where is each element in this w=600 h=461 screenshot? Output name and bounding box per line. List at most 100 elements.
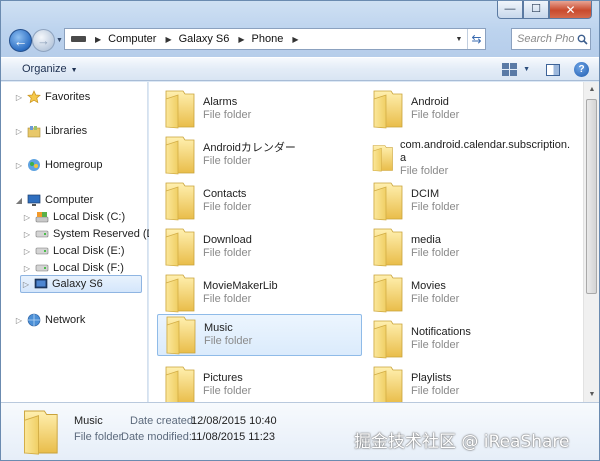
nav-favorites[interactable]: ▷ Favorites bbox=[14, 88, 90, 106]
expand-icon[interactable]: ▷ bbox=[14, 161, 24, 170]
folder-alarms[interactable]: Alarms File folder bbox=[157, 88, 362, 130]
folder-icon bbox=[371, 227, 407, 267]
folder-icon bbox=[371, 319, 407, 359]
nav-homegroup[interactable]: ▷ Homegroup bbox=[14, 156, 102, 174]
collapse-icon[interactable]: ◢ bbox=[14, 196, 24, 205]
star-icon bbox=[26, 89, 42, 105]
expand-icon[interactable]: ▷ bbox=[22, 264, 32, 273]
folder-type: File folder bbox=[411, 247, 460, 259]
address-bar[interactable]: ▶ Computer ▶ Galaxy S6 ▶ Phone ▶ ▼ ⇆ bbox=[64, 28, 486, 50]
nav-system-reserved-d[interactable]: ▷ System Reserved (D:) bbox=[22, 225, 161, 243]
address-history-dropdown[interactable]: ▼ bbox=[451, 29, 467, 49]
search-icon[interactable] bbox=[574, 34, 590, 45]
change-view-button[interactable] bbox=[502, 61, 518, 78]
folder-playlists[interactable]: Playlists File folder bbox=[365, 364, 570, 402]
date-modified-label: Date modified: bbox=[121, 431, 192, 443]
forward-button[interactable]: → bbox=[32, 29, 55, 52]
close-button[interactable]: ✕ bbox=[549, 1, 592, 19]
scroll-down-button[interactable]: ▼ bbox=[584, 387, 599, 402]
folder-name: Androidカレンダー bbox=[203, 142, 296, 154]
folder-pictures[interactable]: Pictures File folder bbox=[157, 364, 362, 402]
folder-name: Music bbox=[204, 322, 233, 334]
nav-label: Homegroup bbox=[45, 159, 103, 171]
back-button[interactable]: ← bbox=[9, 29, 32, 52]
nav-local-disk-e[interactable]: ▷ Local Disk (E:) bbox=[22, 242, 125, 260]
folder-media[interactable]: media File folder bbox=[365, 226, 570, 268]
scroll-thumb[interactable] bbox=[586, 99, 597, 294]
folder-type: File folder bbox=[411, 109, 460, 121]
address-actions: ▼ ⇆ bbox=[451, 29, 485, 49]
refresh-button[interactable]: ⇆ bbox=[467, 29, 485, 49]
nav-network[interactable]: ▷ Network bbox=[14, 311, 85, 329]
details-pane: Music File folder Date created: 12/08/20… bbox=[1, 402, 599, 460]
more-views-dropdown[interactable]: ▼ bbox=[523, 61, 530, 78]
refresh-icon: ⇆ bbox=[471, 32, 482, 46]
folder-movies[interactable]: Movies File folder bbox=[365, 272, 570, 314]
back-arrow-icon: ← bbox=[13, 32, 28, 49]
folder-moviemakerlib[interactable]: MovieMakerLib File folder bbox=[157, 272, 362, 314]
folder-icon bbox=[371, 273, 407, 313]
folder-music[interactable]: Music File folder bbox=[157, 314, 362, 356]
folder-icon bbox=[371, 89, 407, 129]
breadcrumb-computer[interactable]: Computer bbox=[108, 33, 156, 45]
help-button[interactable]: ? bbox=[574, 61, 589, 78]
folder-type: File folder bbox=[411, 293, 460, 305]
forward-arrow-icon: → bbox=[37, 33, 50, 48]
folder-icon bbox=[371, 138, 396, 178]
expand-icon[interactable]: ▷ bbox=[22, 247, 32, 256]
scroll-up-button[interactable]: ▲ bbox=[584, 82, 599, 97]
chevron-right-icon[interactable]: ▶ bbox=[292, 35, 298, 44]
maximize-button[interactable]: ☐ bbox=[523, 1, 549, 19]
expand-icon[interactable]: ▷ bbox=[22, 230, 32, 239]
breadcrumb-galaxy-s6[interactable]: Galaxy S6 bbox=[179, 33, 230, 45]
file-list: Alarms File folder Android File folder And… bbox=[149, 82, 583, 402]
chevron-right-icon[interactable]: ▶ bbox=[165, 35, 171, 44]
expand-icon[interactable]: ▷ bbox=[22, 213, 32, 222]
folder-name: Movies bbox=[411, 280, 446, 292]
search-input[interactable]: Search Pho... bbox=[517, 33, 574, 45]
folder-android-calendar[interactable]: Androidカレンダー File folder bbox=[157, 134, 362, 176]
folder-download[interactable]: Download File folder bbox=[157, 226, 362, 268]
folder-name: Playlists bbox=[411, 372, 452, 384]
date-created-label: Date created: bbox=[130, 415, 197, 427]
folder-contacts[interactable]: Contacts File folder bbox=[157, 180, 362, 222]
folder-type: File folder bbox=[203, 293, 252, 305]
folder-type: File folder bbox=[411, 201, 460, 213]
folder-notifications[interactable]: Notifications File folder bbox=[365, 318, 570, 360]
nav-galaxy-s6[interactable]: ▷ Galaxy S6 bbox=[20, 275, 142, 293]
recent-pages-dropdown[interactable]: ▼ bbox=[56, 37, 63, 44]
organize-button[interactable]: Organize ▼ bbox=[22, 63, 78, 75]
folder-name: Notifications bbox=[411, 326, 471, 338]
expand-icon[interactable]: ▷ bbox=[14, 316, 24, 325]
chevron-right-icon[interactable]: ▶ bbox=[95, 35, 101, 44]
maximize-icon: ☐ bbox=[531, 3, 541, 15]
preview-pane-button[interactable] bbox=[546, 61, 560, 78]
folder-android[interactable]: Android File folder bbox=[365, 88, 570, 130]
folder-com-android-calendar[interactable]: com.android.calendar.subscription. a File … bbox=[365, 134, 570, 182]
folder-type: File folder bbox=[411, 339, 460, 351]
search-box[interactable]: Search Pho... bbox=[511, 28, 591, 50]
chevron-down-icon: ▼ bbox=[523, 66, 530, 73]
chevron-right-icon[interactable]: ▶ bbox=[238, 35, 244, 44]
folder-dcim[interactable]: DCIM File folder bbox=[365, 180, 570, 222]
minimize-icon: — bbox=[504, 3, 516, 15]
nav-libraries[interactable]: ▷ Libraries bbox=[14, 122, 87, 140]
computer-icon bbox=[26, 192, 42, 208]
folder-name: MovieMakerLib bbox=[203, 280, 278, 292]
vertical-scrollbar[interactable]: ▲ ▼ bbox=[583, 82, 599, 402]
minimize-button[interactable]: — bbox=[497, 1, 523, 19]
folder-type: File folder bbox=[203, 385, 252, 397]
expand-icon[interactable]: ▷ bbox=[14, 93, 24, 102]
breadcrumb-phone[interactable]: Phone bbox=[252, 33, 284, 45]
folder-name: Download bbox=[203, 234, 252, 246]
title-bar: — ☐ ✕ ← → ▼ ▶ Computer ▶ Galaxy S6 ▶ Pho… bbox=[1, 1, 599, 57]
view-icon bbox=[502, 63, 518, 76]
nav-computer[interactable]: ◢ Computer bbox=[14, 191, 93, 209]
nav-local-disk-c[interactable]: ▷ Local Disk (C:) bbox=[22, 208, 125, 226]
nav-label: Local Disk (C:) bbox=[53, 211, 126, 223]
expand-icon[interactable]: ▷ bbox=[21, 280, 31, 289]
expand-icon[interactable]: ▷ bbox=[14, 127, 24, 136]
homegroup-icon bbox=[26, 157, 42, 173]
phone-device-icon bbox=[33, 276, 49, 292]
folder-name: Android bbox=[411, 96, 449, 108]
